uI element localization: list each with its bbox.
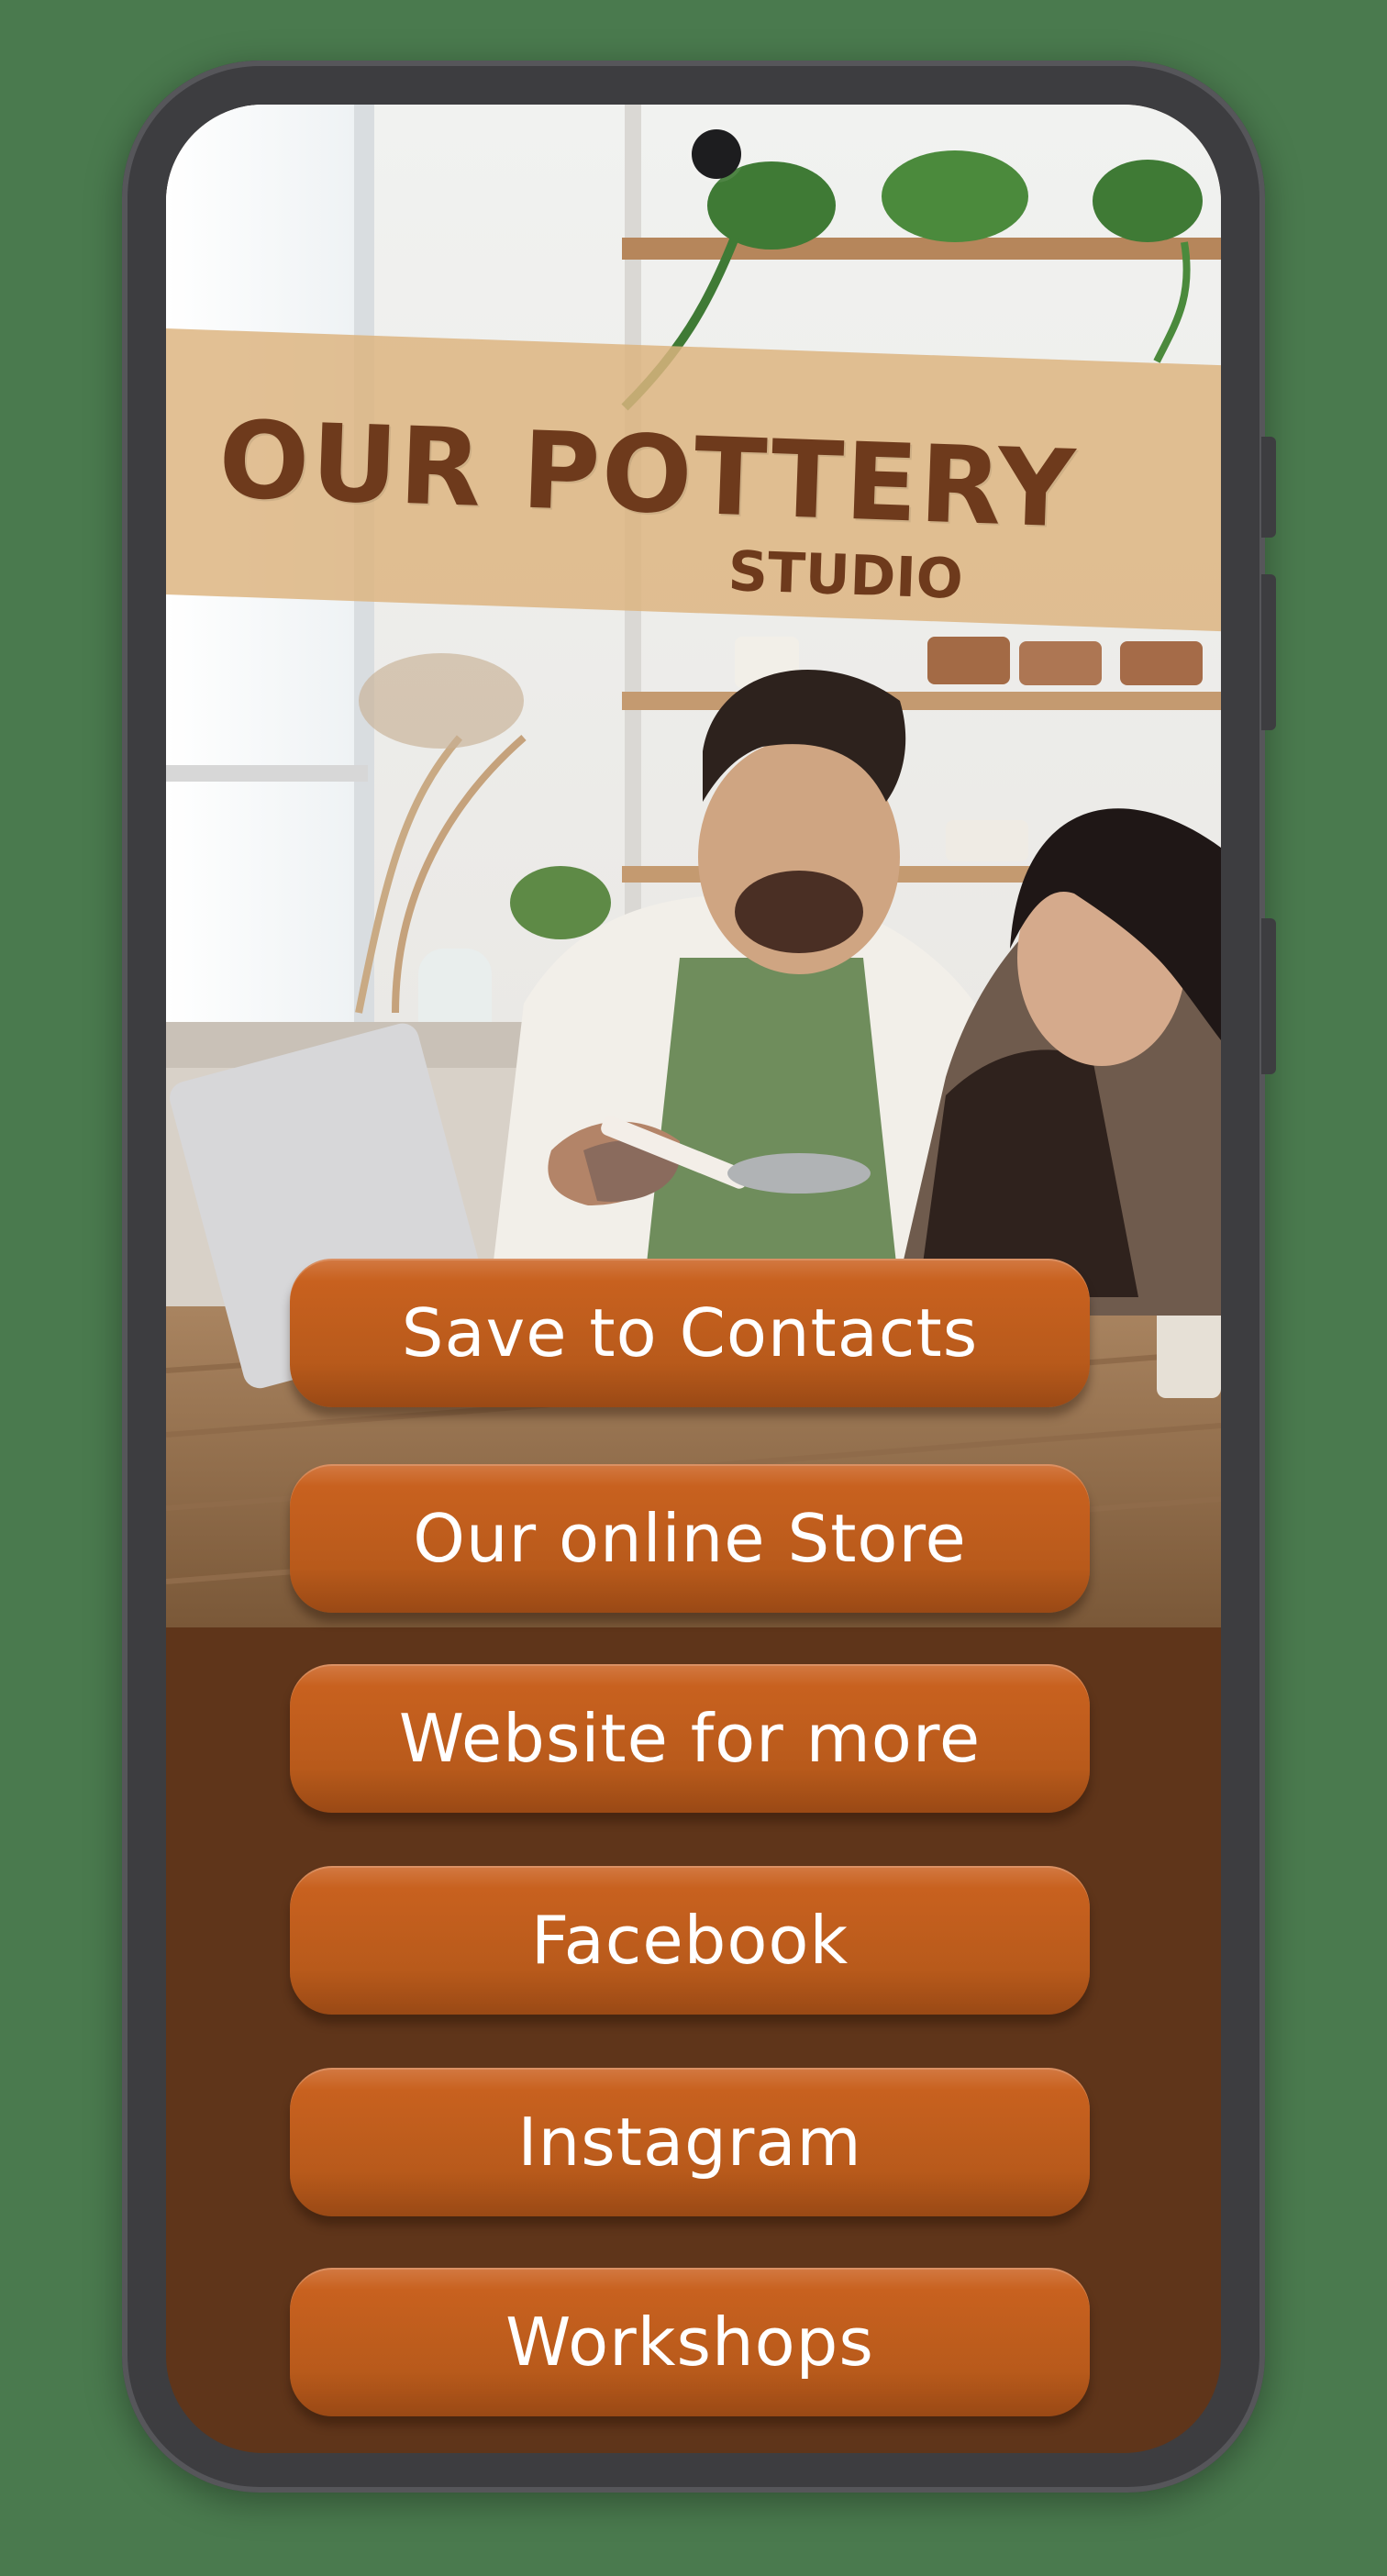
side-button — [1261, 437, 1276, 538]
front-camera-icon — [692, 129, 741, 179]
workshops-button[interactable]: Workshops — [290, 2268, 1090, 2416]
facebook-button[interactable]: Facebook — [290, 1866, 1090, 2015]
save-to-contacts-button[interactable]: Save to Contacts — [290, 1259, 1090, 1407]
button-list: Save to Contacts Our online Store Websit… — [166, 105, 1221, 2453]
instagram-button[interactable]: Instagram — [290, 2068, 1090, 2216]
volume-button-up — [1261, 574, 1276, 730]
website-button[interactable]: Website for more — [290, 1664, 1090, 1813]
online-store-button[interactable]: Our online Store — [290, 1464, 1090, 1613]
phone-frame: OUR POTTERY STUDIO Save to Contacts Our … — [122, 61, 1276, 2493]
volume-button-down — [1261, 918, 1276, 1074]
phone-screen: OUR POTTERY STUDIO Save to Contacts Our … — [166, 105, 1221, 2453]
